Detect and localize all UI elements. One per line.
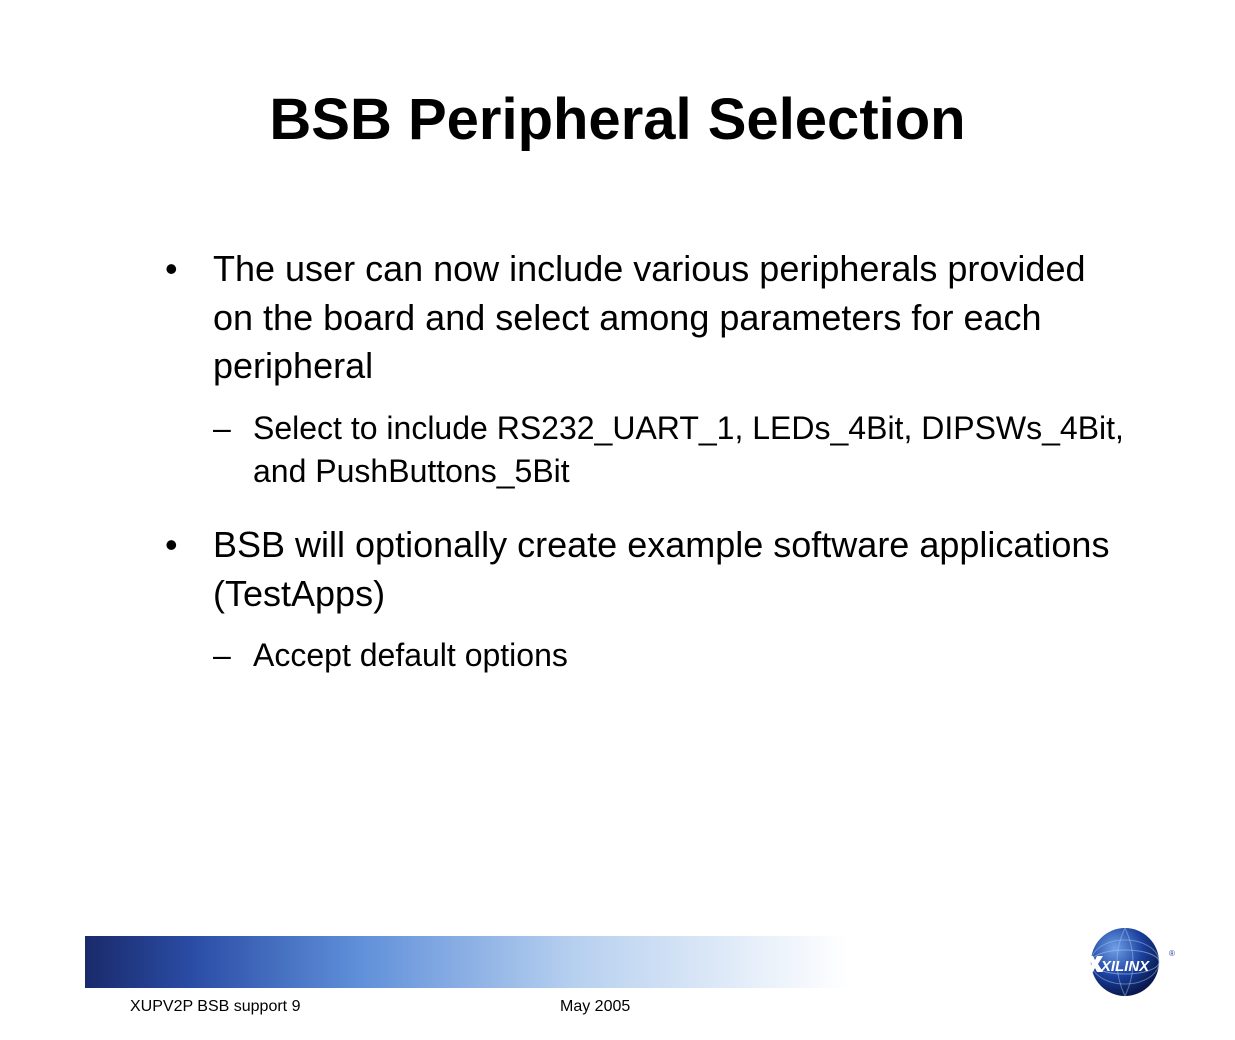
sub-bullet-list: Select to include RS232_UART_1, LEDs_4Bi…: [213, 407, 1125, 493]
sub-bullet-list: Accept default options: [213, 634, 1125, 677]
sub-bullet-text: Select to include RS232_UART_1, LEDs_4Bi…: [253, 410, 1124, 489]
slide-title: BSB Peripheral Selection: [0, 86, 1235, 153]
sub-bullet-text: Accept default options: [253, 637, 568, 673]
sub-bullet-item: Accept default options: [213, 634, 1125, 677]
bullet-text: BSB will optionally create example softw…: [213, 524, 1109, 614]
slide-content: The user can now include various periphe…: [0, 245, 1235, 678]
bullet-item-1: The user can now include various periphe…: [165, 245, 1125, 493]
bullet-list: The user can now include various periphe…: [165, 245, 1125, 678]
logo-text: XILINX: [1100, 958, 1150, 975]
slide: BSB Peripheral Selection The user can no…: [0, 86, 1235, 1040]
footer-gradient-bar: [85, 936, 1175, 988]
bullet-text: The user can now include various periphe…: [213, 248, 1086, 386]
sub-bullet-item: Select to include RS232_UART_1, LEDs_4Bi…: [213, 407, 1125, 493]
bullet-item-2: BSB will optionally create example softw…: [165, 521, 1125, 677]
footer-center-text: May 2005: [560, 998, 630, 1016]
footer-left-text: XUPV2P BSB support 9: [130, 998, 300, 1016]
xilinx-logo: XILINX ®: [1075, 924, 1175, 1004]
